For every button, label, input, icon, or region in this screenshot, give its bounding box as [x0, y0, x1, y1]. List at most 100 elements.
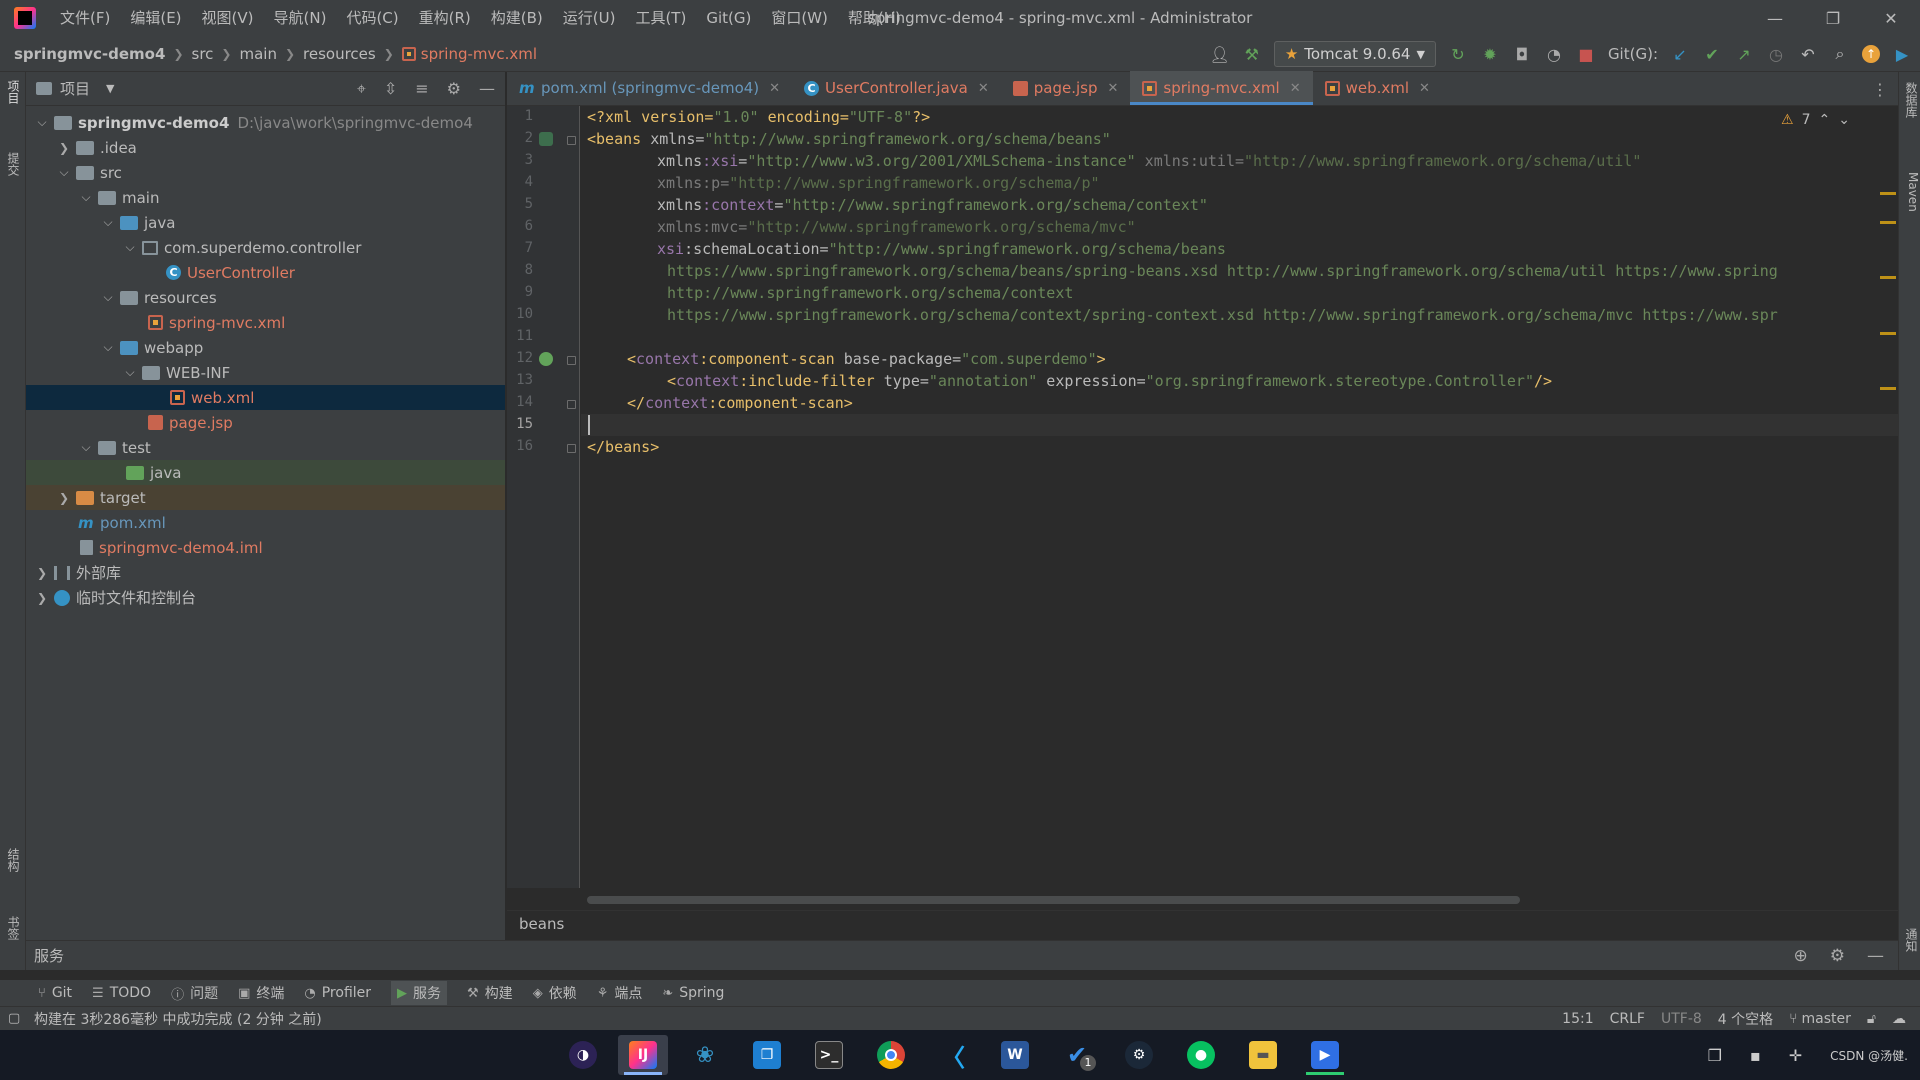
menu-code[interactable]: 代码(C) [336, 0, 408, 36]
tree-item-resources[interactable]: ⌵ resources [26, 285, 505, 310]
horizontal-scrollbar[interactable] [587, 896, 1520, 904]
error-stripe-mark[interactable] [1880, 276, 1896, 279]
close-icon[interactable]: ✕ [1108, 81, 1119, 96]
breadcrumb-resources[interactable]: resources [303, 45, 376, 63]
git-branch[interactable]: master [1802, 1011, 1851, 1027]
error-stripe-mark[interactable] [1880, 221, 1896, 224]
tray-icon[interactable]: ▪ [1750, 1046, 1761, 1065]
lock-icon[interactable]: 🔓︎ [1867, 1011, 1876, 1027]
tree-item-project-root[interactable]: ⌵ springmvc-demo4 D:\java\work\springmvc… [26, 110, 505, 135]
menu-file[interactable]: 文件(F) [50, 0, 120, 36]
chevron-down-icon[interactable]: ⌄ [1838, 112, 1850, 128]
git-push-icon[interactable]: ↗ [1734, 44, 1754, 64]
taskbar-chrome[interactable] [866, 1035, 916, 1075]
tab-page-jsp[interactable]: page.jsp ✕ [1001, 71, 1131, 105]
taskbar-app-4[interactable]: ❐ [742, 1035, 792, 1075]
tree-item-target[interactable]: ❯ target [26, 485, 505, 510]
update-icon[interactable]: ↑ [1862, 45, 1880, 63]
tree-item-test[interactable]: ⌵ test [26, 435, 505, 460]
tab-usercontroller[interactable]: C UserController.java ✕ [792, 71, 1001, 105]
maven-tool-tab[interactable]: Maven [1902, 172, 1920, 212]
indent-setting[interactable]: 4 个空格 [1718, 1009, 1773, 1029]
cloud-icon[interactable]: ☁ [1892, 1011, 1906, 1027]
menu-tools[interactable]: 工具(T) [625, 0, 696, 36]
more-vertical-icon[interactable]: ⋮ [1872, 80, 1888, 99]
tab-endpoints[interactable]: ⚘ 端点 [597, 983, 643, 1003]
chevron-right-icon[interactable]: ❯ [56, 491, 72, 505]
fold-icon[interactable] [567, 400, 576, 409]
tab-git[interactable]: ⑂ Git [38, 985, 72, 1001]
breadcrumb-file[interactable]: spring-mvc.xml [421, 45, 537, 63]
restore-icon[interactable]: ❐ [1804, 0, 1862, 36]
close-icon[interactable]: ✕ [1862, 0, 1920, 36]
structure-tool-tab[interactable]: 结构 [4, 848, 22, 872]
tree-item-java[interactable]: ⌵ java [26, 210, 505, 235]
tree-item-spring-mvc-xml[interactable]: spring-mvc.xml [26, 310, 505, 335]
project-panel-title[interactable]: 项目 [60, 78, 90, 99]
notifications-tool-tab[interactable]: 通知 [1902, 928, 1920, 952]
tree-item-package[interactable]: ⌵ com.superdemo.controller [26, 235, 505, 260]
chevron-down-icon[interactable]: ⌵ [56, 165, 72, 180]
tree-item-test-java[interactable]: java [26, 460, 505, 485]
taskbar-wechat[interactable]: ● [1176, 1035, 1226, 1075]
tab-dependencies[interactable]: ◈ 依赖 [533, 983, 577, 1003]
chevron-down-icon[interactable]: ▼ [106, 82, 114, 95]
tree-item-web-inf[interactable]: ⌵ WEB-INF [26, 360, 505, 385]
menu-run[interactable]: 运行(U) [553, 0, 626, 36]
tab-spring[interactable]: ❧ Spring [662, 985, 724, 1001]
breadcrumb-src[interactable]: src [192, 45, 214, 63]
taskbar-steam[interactable]: ⚙ [1114, 1035, 1164, 1075]
tab-problems[interactable]: ⓘ 问题 [171, 983, 218, 1003]
tab-web-xml[interactable]: web.xml ✕ [1313, 71, 1442, 105]
breadcrumb-main[interactable]: main [239, 45, 276, 63]
debug-icon[interactable]: ✹ [1480, 44, 1500, 64]
tab-services[interactable]: ▶ 服务 [391, 981, 448, 1005]
chevron-down-icon[interactable]: ⌵ [100, 290, 116, 305]
menu-window[interactable]: 窗口(W) [761, 0, 838, 36]
spring-scan-icon[interactable] [539, 352, 553, 366]
menu-navigate[interactable]: 导航(N) [264, 0, 337, 36]
chevron-down-icon[interactable]: ⌵ [100, 215, 116, 230]
project-tool-tab[interactable]: 项目 [4, 80, 22, 104]
close-icon[interactable]: ✕ [978, 81, 989, 96]
taskbar-intellij[interactable]: IJ [618, 1035, 668, 1075]
chevron-down-icon[interactable]: ⌵ [100, 340, 116, 355]
run-config-selector[interactable]: ★ Tomcat 9.0.64 ▼ [1273, 41, 1436, 67]
tree-item-page-jsp[interactable]: page.jsp [26, 410, 505, 435]
spring-bean-icon[interactable] [539, 132, 553, 146]
chevron-down-icon[interactable]: ⌵ [34, 115, 50, 130]
user-icon[interactable]: 👤︎ [1210, 44, 1230, 64]
chevron-down-icon[interactable]: ⌵ [78, 440, 94, 455]
menu-edit[interactable]: 编辑(E) [120, 0, 191, 36]
hide-panel-icon[interactable]: — [479, 79, 495, 99]
rerun-icon[interactable]: ↻ [1448, 44, 1468, 64]
tree-item-scratches[interactable]: ❯ 临时文件和控制台 [26, 585, 505, 610]
taskbar-video[interactable]: ▶ [1300, 1035, 1350, 1075]
task-view-icon[interactable]: ❐ [1708, 1046, 1722, 1065]
input-method-icon[interactable]: ✛ [1789, 1046, 1802, 1065]
menu-git[interactable]: Git(G) [696, 0, 761, 36]
close-icon[interactable]: ✕ [1419, 81, 1430, 96]
tab-build[interactable]: ⚒ 构建 [467, 983, 513, 1003]
history-icon[interactable]: ◷ [1766, 44, 1786, 64]
locate-icon[interactable]: ⌖ [357, 79, 366, 99]
taskbar-todo[interactable]: ✔ 1 [1052, 1035, 1102, 1075]
expand-all-icon[interactable]: ⇳ [384, 79, 397, 99]
fold-icon[interactable] [567, 136, 576, 145]
jetbrains-toolbox-icon[interactable]: ▶ [1892, 44, 1912, 64]
inspection-widget[interactable]: ⚠ 7 ⌃ ⌄ [1781, 112, 1850, 128]
line-separator[interactable]: CRLF [1610, 1011, 1645, 1027]
chevron-down-icon[interactable]: ⌵ [78, 190, 94, 205]
tree-item-main[interactable]: ⌵ main [26, 185, 505, 210]
file-encoding[interactable]: UTF-8 [1661, 1011, 1702, 1027]
status-message[interactable]: 构建在 3秒286毫秒 中成功完成 (2 分钟 之前) [34, 1009, 322, 1029]
add-service-icon[interactable]: ⊕ [1794, 946, 1808, 966]
tree-item-pom-xml[interactable]: m pom.xml [26, 510, 505, 535]
profile-icon[interactable]: ◔ [1544, 44, 1564, 64]
tree-item-iml[interactable]: springmvc-demo4.iml [26, 535, 505, 560]
taskbar-app-3[interactable]: ❀ [680, 1035, 730, 1075]
close-icon[interactable]: ✕ [769, 81, 780, 96]
coverage-icon[interactable]: ◘ [1512, 44, 1532, 64]
taskbar-explorer[interactable]: ▬ [1238, 1035, 1288, 1075]
build-hammer-icon[interactable]: ⚒ [1242, 44, 1262, 64]
